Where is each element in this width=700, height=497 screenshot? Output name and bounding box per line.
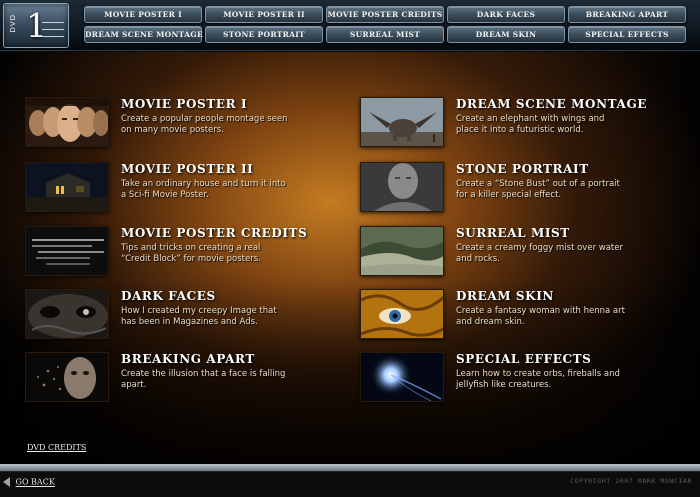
nav-special-effects-button[interactable]: Special Effects — [568, 26, 686, 43]
progress-fill — [0, 464, 700, 471]
badge-line — [42, 22, 64, 23]
go-back-button[interactable]: Go Back — [3, 477, 55, 487]
henna-eye-thumbnail — [360, 289, 444, 339]
progress-bar — [0, 464, 700, 471]
tutorial-description: Tips and tricks on creating a real “Cred… — [121, 243, 261, 264]
dvd-badge: DVD 1 — [3, 3, 69, 48]
go-back-label: Go Back — [15, 477, 55, 487]
credit-block-thumbnail — [25, 226, 109, 276]
tutorial-title: Stone Portrait — [456, 162, 589, 176]
faces-montage-thumbnail — [25, 97, 109, 147]
tutorial-dark-faces[interactable]: Dark Faces How I created my creepy Image… — [25, 289, 325, 345]
tutorial-title: Dark Faces — [121, 289, 216, 303]
tutorial-description: Create a “Stone Bust” out of a portrait … — [456, 179, 620, 200]
tutorial-stone-portrait[interactable]: Stone Portrait Create a “Stone Bust” out… — [360, 162, 680, 218]
nav-dream-skin-button[interactable]: Dream Skin — [447, 26, 565, 43]
tutorial-title: Dream Skin — [456, 289, 554, 303]
dvd-credits-link[interactable]: DVD Credits — [27, 443, 86, 452]
back-arrow-icon — [3, 477, 10, 487]
tutorial-movie-poster-2[interactable]: Movie Poster II Take an ordinary house a… — [25, 162, 325, 218]
tutorial-breaking-apart[interactable]: Breaking Apart Create the illusion that … — [25, 352, 325, 408]
tutorial-title: Movie Poster II — [121, 162, 254, 176]
tutorial-description: Create an elephant with wings and place … — [456, 114, 605, 135]
breaking-face-thumbnail — [25, 352, 109, 402]
misty-landscape-thumbnail — [360, 226, 444, 276]
tutorial-title: Breaking Apart — [121, 352, 255, 366]
tutorial-dream-skin[interactable]: Dream Skin Create a fantasy woman with h… — [360, 289, 680, 345]
dvd-number: 1 — [26, 6, 47, 45]
nav-dark-faces-button[interactable]: Dark Faces — [447, 6, 565, 23]
tutorial-special-effects[interactable]: Special Effects Learn how to create orbs… — [360, 352, 680, 408]
tutorial-movie-poster-credits[interactable]: Movie Poster Credits Tips and tricks on … — [25, 226, 325, 282]
tutorial-description: Create a fantasy woman with henna art an… — [456, 306, 625, 327]
tutorial-title: Dream Scene Montage — [456, 97, 648, 111]
tutorial-description: How I created my creepy Image that has b… — [121, 306, 277, 327]
nav-breaking-apart-button[interactable]: Breaking Apart — [568, 6, 686, 23]
stone-bust-thumbnail — [360, 162, 444, 212]
nav-movie-poster-credits-button[interactable]: Movie Poster Credits — [326, 6, 444, 23]
dark-face-thumbnail — [25, 289, 109, 339]
tutorial-menu: Movie Poster I Create a popular people m… — [0, 52, 700, 464]
tutorial-title: Special Effects — [456, 352, 592, 366]
winged-elephant-thumbnail — [360, 97, 444, 147]
nav-stone-portrait-button[interactable]: Stone Portrait — [205, 26, 323, 43]
tutorial-title: Surreal Mist — [456, 226, 570, 240]
tutorial-movie-poster-1[interactable]: Movie Poster I Create a popular people m… — [25, 97, 325, 153]
badge-line — [42, 36, 64, 37]
bottom-bar: Go Back Copyright 2007 Mark Monciar — [0, 471, 700, 497]
tutorial-description: Create the illusion that a face is falli… — [121, 369, 286, 390]
tutorial-title: Movie Poster Credits — [121, 226, 308, 240]
dvd-label: DVD — [9, 14, 17, 33]
top-navigation-bar: DVD 1 Movie Poster I Movie Poster II Mov… — [0, 0, 700, 51]
tutorial-description: Create a creamy foggy mist over water an… — [456, 243, 623, 264]
tutorial-description: Take an ordinary house and turn it into … — [121, 179, 286, 200]
tutorial-surreal-mist[interactable]: Surreal Mist Create a creamy foggy mist … — [360, 226, 680, 282]
tutorial-description: Create a popular people montage seen on … — [121, 114, 288, 135]
badge-line — [42, 29, 64, 30]
house-at-night-thumbnail — [25, 162, 109, 212]
copyright-text: Copyright 2007 Mark Monciar — [570, 477, 692, 485]
nav-surreal-mist-button[interactable]: Surreal Mist — [326, 26, 444, 43]
nav-dream-scene-montage-button[interactable]: Dream Scene Montage — [84, 26, 203, 43]
nav-movie-poster-1-button[interactable]: Movie Poster I — [84, 6, 202, 23]
tutorial-description: Learn how to create orbs, fireballs and … — [456, 369, 620, 390]
glowing-orb-thumbnail — [360, 352, 444, 402]
tutorial-dream-scene-montage[interactable]: Dream Scene Montage Create an elephant w… — [360, 97, 680, 153]
nav-movie-poster-2-button[interactable]: Movie Poster II — [205, 6, 323, 23]
tutorial-title: Movie Poster I — [121, 97, 248, 111]
